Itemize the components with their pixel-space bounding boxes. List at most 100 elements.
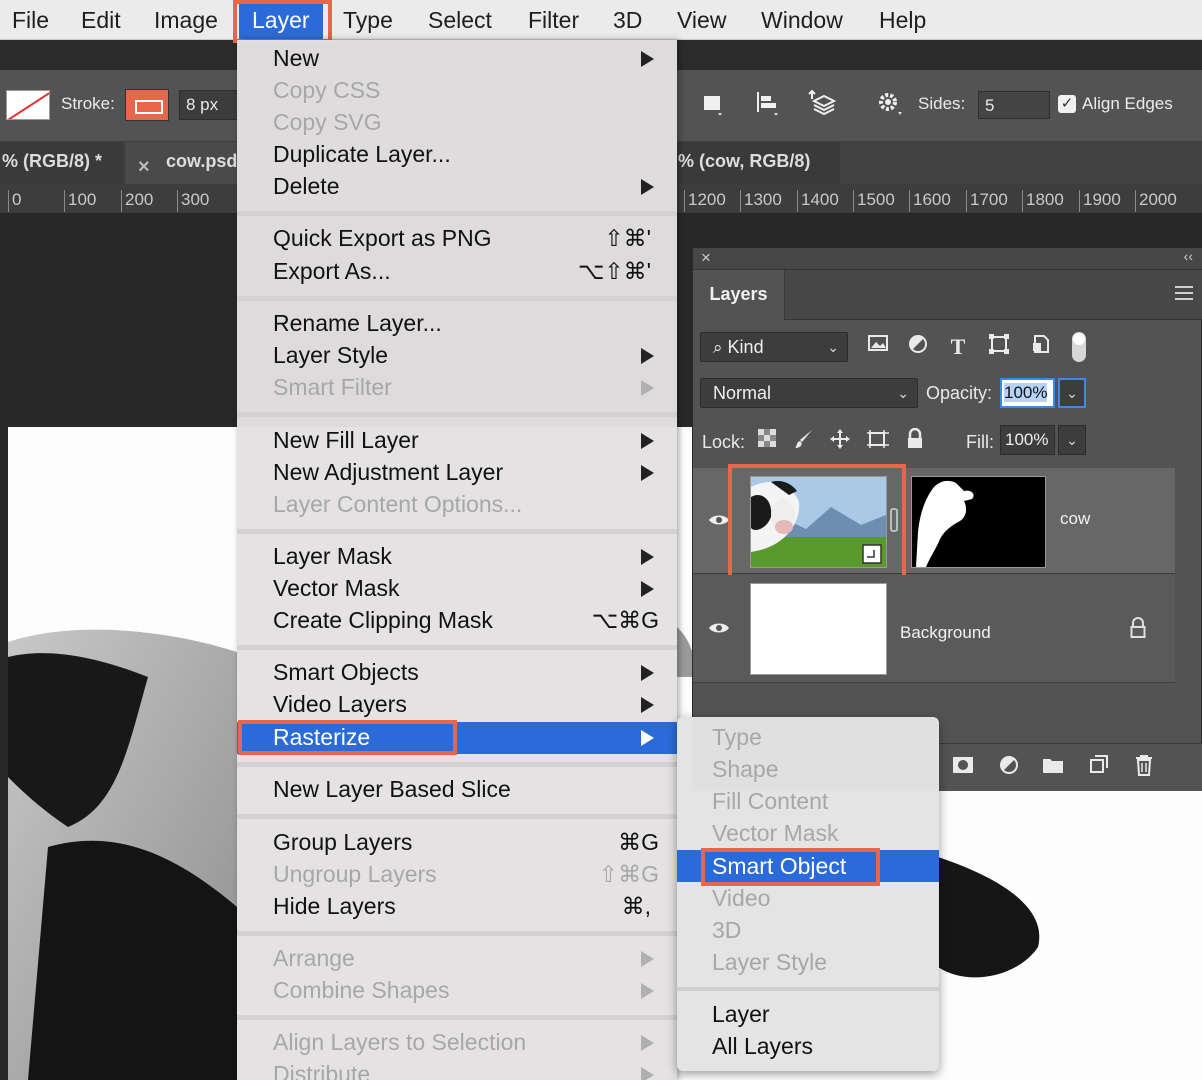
ruler-label: 1500 [853, 190, 895, 212]
kind-filter-label: Kind [727, 337, 764, 357]
menu-item-layer-mask[interactable]: Layer Mask [237, 541, 677, 573]
menu-item-rasterize[interactable]: Rasterize [237, 722, 677, 754]
menu-type[interactable]: Type [343, 0, 393, 40]
submenu-arrow-icon [641, 348, 654, 364]
menu-item-duplicate-layer[interactable]: Duplicate Layer... [237, 139, 677, 171]
submenu-item-layer[interactable]: Layer [677, 998, 939, 1030]
lock-icon[interactable] [1129, 617, 1147, 644]
document-tab-1[interactable]: % (RGB/8) * [0, 142, 124, 184]
menu-item-shortcut: ⌘, [621, 893, 651, 919]
menu-image[interactable]: Image [154, 0, 218, 40]
menu-item-video-layers[interactable]: Video Layers [237, 689, 677, 721]
align-edges-checkbox[interactable]: ✓ [1058, 95, 1076, 113]
document-tab-3-title: % (cow, RGB/8) [678, 151, 811, 171]
add-layer-mask-icon[interactable] [949, 754, 977, 782]
blend-mode-select[interactable]: Normal ⌄ [700, 378, 918, 408]
menu-item-quick-export-png[interactable]: Quick Export as PNG ⇧⌘' [237, 223, 677, 255]
stroke-width-field[interactable]: 8 px [179, 90, 239, 120]
document-tab-2[interactable]: × cow.psd [126, 142, 238, 184]
smart-object-filter-icon[interactable] [1027, 333, 1055, 361]
submenu-item-all-layers[interactable]: All Layers [677, 1030, 939, 1062]
opacity-value: 100% [1004, 383, 1048, 402]
search-icon: ⌕ [713, 338, 723, 357]
menu-item-layer-style[interactable]: Layer Style [237, 340, 677, 372]
menu-item-create-clipping-mask[interactable]: Create Clipping Mask ⌥⌘G [237, 605, 677, 637]
new-layer-icon[interactable] [1084, 754, 1112, 782]
submenu-arrow-icon [641, 581, 654, 597]
shape-filter-icon[interactable] [985, 333, 1013, 361]
sides-field[interactable]: 5 [978, 91, 1050, 119]
menu-item-rename-layer[interactable]: Rename Layer... [237, 308, 677, 340]
filter-toggle-icon[interactable] [1065, 331, 1093, 362]
path-arrangement-icon[interactable] [808, 88, 838, 120]
mask-link-icon[interactable] [890, 508, 898, 532]
menu-item-label: Layer Content Options... [273, 491, 523, 517]
fill-swatch[interactable] [6, 90, 50, 120]
path-operations-icon[interactable] [698, 88, 728, 120]
stroke-swatch[interactable] [125, 89, 169, 121]
menu-file[interactable]: File [12, 0, 49, 40]
layer-mask-thumbnail[interactable] [911, 476, 1046, 568]
menu-item-export-as[interactable]: Export As... ⌥⇧⌘' [237, 256, 677, 288]
menu-item-hide-layers[interactable]: Hide Layers ⌘, [237, 891, 677, 923]
menu-select[interactable]: Select [428, 0, 492, 40]
lock-artboard-icon[interactable] [863, 428, 891, 456]
delete-layer-trash-icon[interactable] [1130, 754, 1158, 782]
menu-item-label: Arrange [273, 945, 355, 971]
menu-separator [237, 412, 677, 417]
menu-window[interactable]: Window [761, 0, 843, 40]
kind-filter-select[interactable]: ⌕ Kind ⌄ [700, 332, 848, 362]
layer-name[interactable]: cow [1060, 509, 1090, 529]
menu-item-label: Group Layers [273, 829, 413, 855]
opacity-field[interactable]: 100% [1000, 378, 1055, 408]
menu-item-label: Create Clipping Mask [273, 607, 493, 633]
menu-help[interactable]: Help [879, 0, 926, 40]
menu-3d[interactable]: 3D [613, 0, 642, 40]
visibility-eye-icon[interactable] [706, 616, 732, 642]
menu-item-new-adjustment-layer[interactable]: New Adjustment Layer [237, 457, 677, 489]
menu-item-smart-objects[interactable]: Smart Objects [237, 657, 677, 689]
visibility-eye-icon[interactable] [706, 508, 732, 534]
layer-row-cow[interactable]: cow [693, 468, 1175, 574]
layer-row-background[interactable]: Background [693, 575, 1175, 683]
adjustment-filter-icon[interactable] [904, 333, 932, 361]
menu-item-group-layers[interactable]: Group Layers ⌘G [237, 827, 677, 859]
menu-filter[interactable]: Filter [528, 0, 579, 40]
fill-field[interactable]: 100% [1000, 425, 1055, 455]
menu-item-new[interactable]: New [237, 43, 677, 75]
path-alignment-icon[interactable] [752, 88, 782, 120]
new-adjustment-layer-icon[interactable] [995, 754, 1023, 782]
fill-dropdown-button[interactable]: ⌄ [1058, 425, 1086, 455]
menu-view[interactable]: View [677, 0, 726, 40]
layer-thumbnail-background[interactable] [750, 583, 887, 675]
close-tab-icon[interactable]: × [138, 148, 150, 186]
lock-all-icon[interactable] [901, 427, 929, 456]
gear-icon[interactable] [874, 88, 904, 120]
pixel-filter-icon[interactable] [864, 333, 892, 361]
layer-thumbnail-cow[interactable] [750, 476, 887, 568]
lock-position-icon[interactable] [826, 428, 854, 456]
opacity-dropdown-button[interactable]: ⌄ [1058, 378, 1086, 408]
lock-transparent-pixels-icon[interactable] [753, 428, 781, 456]
type-filter-icon[interactable]: T [944, 333, 972, 361]
menu-item-new-fill-layer[interactable]: New Fill Layer [237, 425, 677, 457]
menu-bar: File Edit Image Layer Type Select Filter… [0, 0, 1202, 40]
collapse-panel-icon[interactable]: ‹‹ [1184, 248, 1193, 264]
menu-item-vector-mask[interactable]: Vector Mask [237, 573, 677, 605]
tab-layers[interactable]: Layers [693, 270, 785, 320]
menu-edit[interactable]: Edit [81, 0, 121, 40]
submenu-item-smart-object[interactable]: Smart Object [677, 850, 939, 882]
panel-menu-icon[interactable] [1175, 286, 1193, 300]
menu-separator [677, 987, 939, 991]
menu-item-shortcut: ⌥⇧⌘' [577, 258, 651, 284]
submenu-item-fill-content: Fill Content [677, 785, 939, 817]
ruler-label: 1400 [797, 190, 839, 212]
lock-image-pixels-icon[interactable] [790, 428, 818, 456]
close-panel-icon[interactable]: × [701, 248, 711, 268]
menu-layer[interactable]: Layer [239, 0, 323, 40]
new-group-folder-icon[interactable] [1039, 754, 1067, 782]
menu-item-delete[interactable]: Delete [237, 171, 677, 203]
menu-item-new-layer-based-slice[interactable]: New Layer Based Slice [237, 774, 677, 806]
layer-name[interactable]: Background [900, 623, 991, 643]
document-tab-3[interactable]: % (cow, RGB/8) [676, 142, 840, 184]
